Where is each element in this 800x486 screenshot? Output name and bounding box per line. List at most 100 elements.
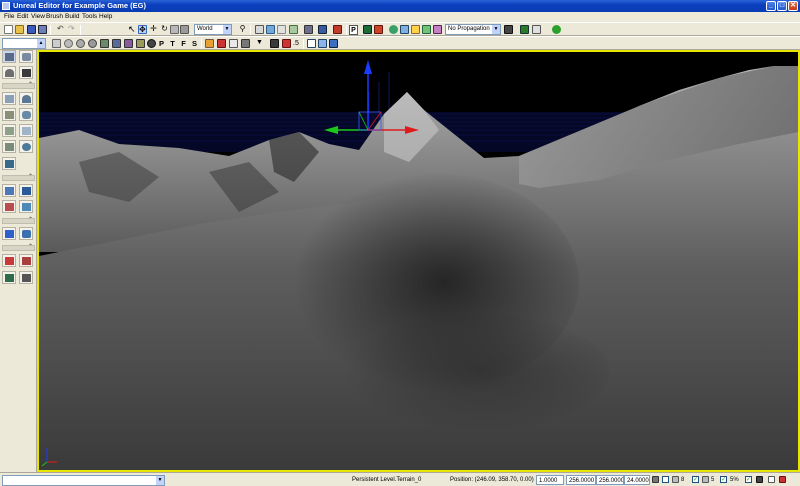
- stop-icon[interactable]: [779, 476, 786, 483]
- scale-icon[interactable]: [170, 25, 179, 34]
- drag-grid-icon[interactable]: [756, 476, 763, 483]
- brush-curved-stair-icon[interactable]: [2, 124, 16, 137]
- propagation-dropdown[interactable]: No Propagation ▼: [445, 24, 501, 35]
- matinee-icon[interactable]: [363, 25, 372, 34]
- play-on-pc-icon[interactable]: [520, 25, 529, 34]
- menu-tools[interactable]: Tools: [82, 13, 97, 20]
- add-special-icon[interactable]: [19, 227, 33, 240]
- single-viewport-icon[interactable]: [329, 39, 338, 48]
- undo-icon[interactable]: ↶: [57, 25, 66, 34]
- translate-icon[interactable]: ✥: [138, 25, 147, 34]
- launch-icon[interactable]: [552, 25, 561, 34]
- menu-build[interactable]: Build: [65, 13, 79, 20]
- cube-builder-icon[interactable]: [19, 50, 33, 63]
- game-view-icon[interactable]: [147, 39, 156, 48]
- brush-sheet-icon[interactable]: [19, 124, 33, 137]
- paste-icon[interactable]: [266, 25, 275, 34]
- add-volume-icon[interactable]: [2, 227, 16, 240]
- terrain-icon[interactable]: [2, 66, 16, 79]
- grid-y-field[interactable]: 256.0000: [596, 475, 624, 485]
- fullscreen-icon[interactable]: [768, 476, 775, 483]
- texture-density-icon[interactable]: [124, 39, 133, 48]
- brush-cone-icon[interactable]: [19, 92, 33, 105]
- wireframe-icon[interactable]: [64, 39, 73, 48]
- new-file-icon[interactable]: [4, 25, 13, 34]
- menu-brush[interactable]: Brush: [46, 13, 63, 20]
- rotation-snap-checkbox[interactable]: ✓: [692, 476, 699, 483]
- brush-cylinder-icon[interactable]: [19, 108, 33, 121]
- cascade-icon[interactable]: [374, 25, 383, 34]
- camera-mode-icon[interactable]: [2, 50, 16, 63]
- command-input[interactable]: ▼: [2, 475, 165, 486]
- group-icon[interactable]: [289, 25, 298, 34]
- lighting-only-icon[interactable]: [100, 39, 109, 48]
- play-in-editor-icon[interactable]: [389, 25, 398, 34]
- show-selected-icon[interactable]: [2, 254, 16, 267]
- quad-viewport-icon[interactable]: [318, 39, 327, 48]
- menu-file[interactable]: File: [4, 13, 14, 20]
- grid-snap-checkbox[interactable]: [662, 476, 669, 483]
- brush-spiral-stair-icon[interactable]: [2, 140, 16, 153]
- grid-snap-value[interactable]: 8: [681, 475, 684, 485]
- maximize-button[interactable]: □: [777, 1, 787, 11]
- csg-subtract-icon[interactable]: [19, 184, 33, 197]
- open-folder-icon[interactable]: [15, 25, 24, 34]
- p-toggle-button[interactable]: P: [349, 25, 358, 35]
- coordinate-system-dropdown[interactable]: World ▼: [194, 24, 232, 35]
- save-all-icon[interactable]: [38, 25, 47, 34]
- minimize-button[interactable]: _: [766, 1, 776, 11]
- drag-scale-field[interactable]: 1.0000: [536, 475, 564, 485]
- shader-complexity-icon[interactable]: [136, 39, 145, 48]
- save-icon[interactable]: [27, 25, 36, 34]
- view-side-button[interactable]: S: [190, 39, 199, 49]
- scale-snap-value[interactable]: 5%: [730, 475, 739, 485]
- show-flags-icon[interactable]: [270, 39, 279, 48]
- build-all-icon[interactable]: [433, 25, 442, 34]
- light-complexity-icon[interactable]: [112, 39, 121, 48]
- perspective-viewport[interactable]: [37, 50, 800, 472]
- menu-view[interactable]: View: [31, 13, 45, 20]
- brush-volumetric-icon[interactable]: [2, 157, 16, 170]
- view-perspective-button[interactable]: P: [157, 39, 166, 49]
- viewport-options-dropdown[interactable]: ▲: [2, 38, 46, 49]
- invert-selection-icon[interactable]: [19, 271, 33, 284]
- volumes-group[interactable]: ⌃: [2, 217, 35, 224]
- brush-builders-group[interactable]: ⌃: [2, 82, 35, 89]
- scale-nonuniform-icon[interactable]: [180, 25, 189, 34]
- csg-intersect-icon[interactable]: [2, 200, 16, 213]
- brush-stairs-icon[interactable]: [2, 108, 16, 121]
- menu-edit[interactable]: Edit: [17, 13, 28, 20]
- binoculars-icon[interactable]: ⚲: [238, 25, 247, 34]
- kismet-icon[interactable]: [333, 25, 342, 34]
- lock-icon[interactable]: [205, 39, 214, 48]
- grid-x-field[interactable]: 256.0000: [566, 475, 596, 485]
- build-geometry-icon[interactable]: [400, 25, 409, 34]
- copy-icon[interactable]: [255, 25, 264, 34]
- duplicate-icon[interactable]: [277, 25, 286, 34]
- rotation-snap-value[interactable]: 5: [711, 475, 714, 485]
- camera-speed-icon[interactable]: [241, 39, 250, 48]
- select-arrow-icon[interactable]: ↖: [128, 25, 137, 34]
- console-icon[interactable]: [532, 25, 541, 34]
- redo-icon[interactable]: ↷: [68, 25, 77, 34]
- visibility-group[interactable]: ⌃: [2, 244, 35, 251]
- build-lighting-icon[interactable]: [411, 25, 420, 34]
- transform-widget-icon[interactable]: [19, 66, 33, 79]
- select-all-icon[interactable]: [2, 271, 16, 284]
- view-front-button[interactable]: F: [179, 39, 188, 49]
- viewport-menu-icon[interactable]: ▼: [255, 39, 264, 48]
- lit-icon[interactable]: [88, 39, 97, 48]
- csg-group[interactable]: ⌃: [2, 174, 35, 181]
- content-browser-icon[interactable]: [304, 25, 313, 34]
- hide-selected-icon[interactable]: [19, 254, 33, 267]
- csg-add-icon[interactable]: [2, 184, 16, 197]
- build-paths-icon[interactable]: [422, 25, 431, 34]
- ruler-icon[interactable]: [282, 39, 291, 48]
- close-button[interactable]: ✕: [788, 1, 798, 11]
- csg-deintersect-icon[interactable]: [19, 200, 33, 213]
- move-icon[interactable]: ✛: [149, 25, 158, 34]
- brush-sphere-icon[interactable]: [19, 140, 33, 153]
- menu-help[interactable]: Help: [99, 13, 112, 20]
- grid-z-field[interactable]: 24.0000: [624, 475, 650, 485]
- maximize-viewport-icon[interactable]: [229, 39, 238, 48]
